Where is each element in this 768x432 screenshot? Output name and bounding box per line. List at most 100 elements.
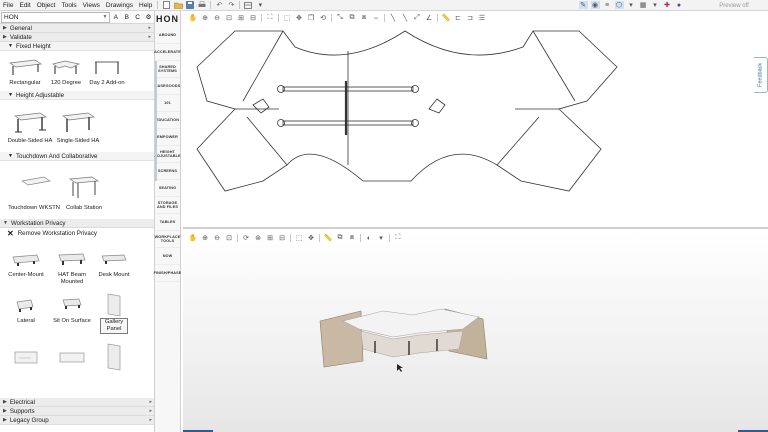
open-folder-icon[interactable] [174,1,183,9]
move-icon[interactable]: ✥ [295,14,304,22]
brand-item[interactable]: SCREENS [155,163,180,180]
brand-item[interactable]: SEATING [155,180,180,197]
zoom-out-icon[interactable]: ⊖ [213,14,222,22]
properties-icon[interactable]: ☰ [478,14,487,22]
catalog-filter-c[interactable]: C [132,14,143,21]
measure-icon[interactable]: 📏 [324,234,333,242]
section-electrical[interactable]: ▶ Electrical ▸ [0,398,154,407]
catalog-item-120-degree[interactable]: 120 Degree [50,54,82,91]
brand-item[interactable]: SHARED SYSTEMS [155,61,180,78]
menu-object[interactable]: Object [34,0,59,11]
subsection-fixed-height[interactable]: ▼ Fixed Height [0,42,154,51]
group-icon[interactable]: ⧉ [348,14,357,22]
section-validate[interactable]: ▶ Validate ▸ [0,33,154,42]
accessory-icon[interactable]: ✚ [663,1,672,9]
line-tool-2-icon[interactable]: ╲ [401,14,410,22]
catalog-select[interactable]: HON ▼ [1,11,111,23]
catalog-item-desk-mount[interactable]: Desk Mount [94,248,134,288]
catalog-item-gallery-panel[interactable]: Gallery Panel [94,292,134,340]
chevron-down-icon[interactable]: ▾ [377,234,386,242]
brand-item[interactable]: CASEGOODS [155,78,180,95]
preview-toggle-button[interactable]: Preview off [708,1,760,10]
ungroup-icon[interactable]: ⧈ [360,14,369,22]
catalog-item-center-mount[interactable]: Center-Mount [2,248,50,288]
line-tool-icon[interactable]: ╲ [389,14,398,22]
3d-view[interactable]: ✋ ⊕ ⊖ ⊡ ⟳ ⊛ ⊞ ⊟ ⬚ ✥ 📏 ⧉ ⧈ ◐ ▾ ⛶ [183,231,768,432]
brand-item[interactable]: FINISH/PHASE [154,265,181,282]
menu-file[interactable]: File [0,0,16,11]
catalog-item-rectangular[interactable]: Rectangular [0,54,50,91]
zoom-extents-icon[interactable]: ⊟ [249,14,258,22]
layers-icon[interactable]: ≡ [603,1,612,9]
print-icon[interactable] [198,1,207,9]
brand-logo[interactable]: HON [155,11,180,27]
copy-icon[interactable]: ❐ [307,14,316,22]
pan-hand-icon[interactable]: ✋ [189,14,198,22]
save-icon[interactable] [186,1,195,9]
catalog-item-single-sided-ha[interactable]: Single-Sided HA [54,106,102,152]
render-style-icon[interactable]: ◐ [365,234,374,242]
catalog-item-panel-tall[interactable] [94,343,134,374]
walk-icon[interactable]: ⊛ [254,234,263,242]
menu-edit[interactable]: Edit [16,0,33,11]
redo-icon[interactable]: ↷ [227,1,236,9]
zoom-all-icon[interactable]: ⊞ [237,14,246,22]
brand-item[interactable]: TABLES [155,214,180,231]
brand-item[interactable]: ACCELERATE [154,44,181,61]
angle-icon[interactable]: ∠ [425,14,434,22]
fit-view-icon[interactable]: ⛶ [266,14,275,22]
brand-item[interactable]: HEIGHT ADJUSTABLE [154,146,181,163]
brand-item[interactable]: ABOUND [155,27,180,44]
section-legacy-group[interactable]: ▶ Legacy Group ▸ [0,416,154,425]
catalog-item-sit-on-surface[interactable]: Sit On Surface [50,292,94,340]
zoom-window-icon[interactable]: ⊡ [225,14,234,22]
connect-icon[interactable]: ⤡ [336,14,345,22]
catalog-item-panel-small[interactable] [2,344,50,374]
brand-item[interactable]: WORKPLACE TOOLS [155,231,180,248]
align-icon[interactable]: ⊏ [454,14,463,22]
move-icon[interactable]: ✥ [307,234,316,242]
brand-scrollbar[interactable] [155,61,157,181]
group-icon[interactable]: ⧉ [336,234,345,242]
section-general[interactable]: ▶ General ▸ [0,24,154,33]
tag-icon[interactable]: ⬡ [614,1,624,9]
section-workstation-privacy[interactable]: ▼ Workstation Privacy [0,219,154,228]
catalog-item-hat-beam-mounted[interactable]: HAT Beam Mounted [50,248,94,288]
section-supports[interactable]: ▶ Supports ▸ [0,407,154,416]
zoom-in-icon[interactable]: ⊕ [201,14,210,22]
zoom-out-icon[interactable]: ⊖ [213,234,222,242]
pen-tool-icon[interactable]: ✎ [578,1,588,9]
menu-help[interactable]: Help [136,0,155,11]
remove-privacy-item[interactable]: ✕ Remove Workstation Privacy [0,228,154,238]
catalog-item-panel-wide[interactable] [50,344,94,374]
fit-view-icon[interactable]: ⛶ [394,234,403,242]
select-icon[interactable]: ⬚ [295,234,304,242]
chevron-down-icon[interactable]: ▾ [256,1,265,9]
measure-icon[interactable]: 📏 [442,14,451,22]
layout-view-icon[interactable] [244,1,253,9]
brand-item[interactable]: 101 [155,95,180,112]
orbit-icon[interactable]: ⟳ [242,234,251,242]
plan-view[interactable]: ✋ ⊕ ⊖ ⊡ ⊞ ⊟ ⛶ ⬚ ✥ ❐ ⟲ ⤡ ⧉ ⧈ ⇔ ╲ ╲ ⤢ ∠ 📏 … [183,11,768,229]
feedback-tab[interactable]: Feedback [754,57,768,93]
catalog-item-collab-station[interactable]: Collab Station [62,167,106,219]
brand-item[interactable]: EMPOWER [155,129,180,146]
menu-views[interactable]: Views [80,0,103,11]
pan-hand-icon[interactable]: ✋ [189,234,198,242]
distribute-icon[interactable]: ⊐ [466,14,475,22]
brand-item[interactable]: EDUCATION [155,112,180,129]
zoom-extents-icon[interactable]: ⊟ [278,234,287,242]
eye-icon[interactable]: ◉ [590,1,600,9]
mirror-icon[interactable]: ⇔ [372,14,381,22]
new-file-icon[interactable] [162,1,171,9]
catalog-filter-b[interactable]: B [121,14,132,21]
zoom-in-icon[interactable]: ⊕ [201,234,210,242]
undo-icon[interactable]: ↶ [215,1,224,9]
menu-tools[interactable]: Tools [58,0,79,11]
gear-icon[interactable]: ⚙ [143,13,154,21]
rotate-icon[interactable]: ⟲ [319,14,328,22]
catalog-item-lateral[interactable]: Lateral [2,292,50,340]
menu-drawings[interactable]: Drawings [103,0,136,11]
brand-item[interactable]: NOW [155,248,180,265]
brand-item[interactable]: STORAGE AND FILES [155,197,180,214]
